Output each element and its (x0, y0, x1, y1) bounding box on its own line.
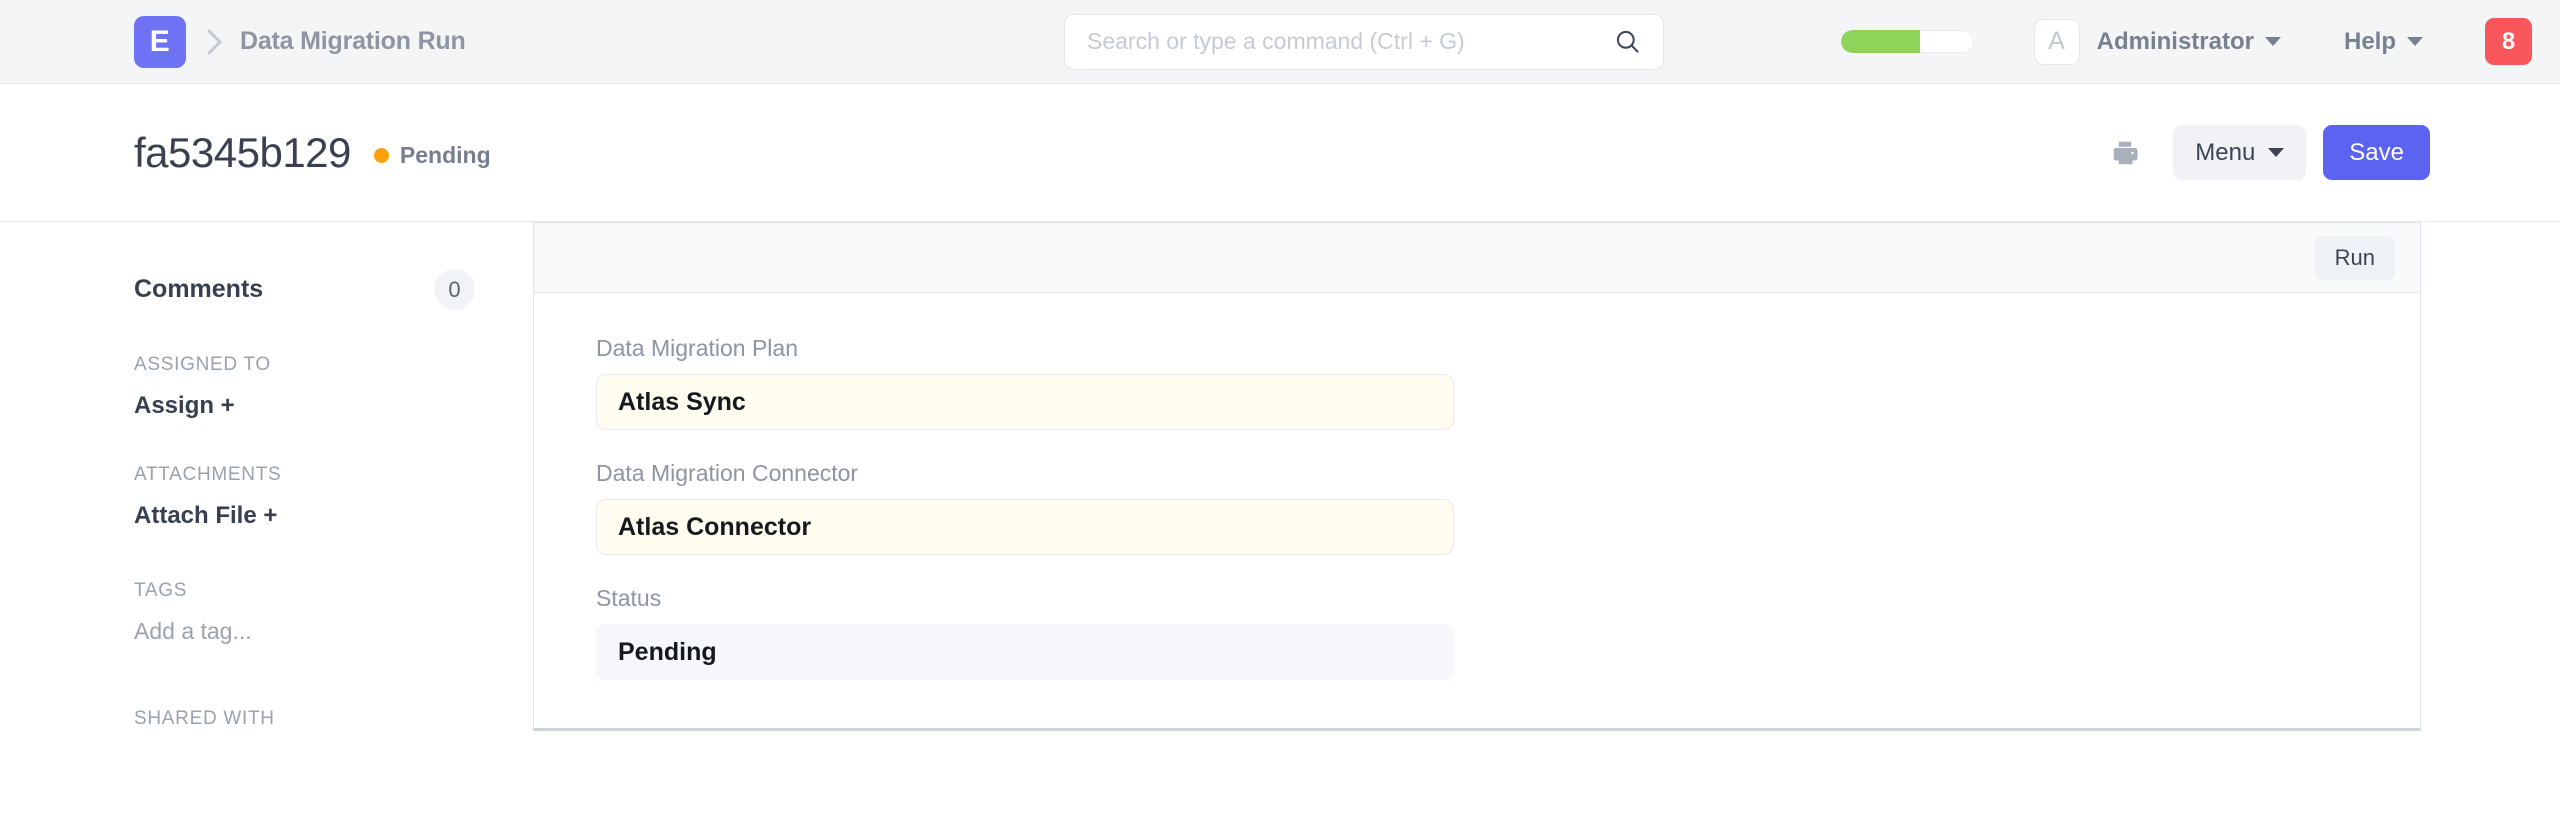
status-label: Pending (400, 142, 491, 169)
setup-progress-bar[interactable] (1841, 30, 1974, 53)
sidebar-section-attachments: Attachments Attach File + (134, 464, 533, 530)
run-button[interactable]: Run (2315, 236, 2395, 280)
field-value-input[interactable]: Atlas Connector (596, 499, 1454, 555)
avatar[interactable]: A (2034, 19, 2080, 65)
navbar-left-group: E Data Migration Run (134, 16, 466, 68)
sidebar-section-assigned-to: Assigned To Assign + (134, 354, 533, 420)
setup-progress-fill (1841, 30, 1921, 53)
form-field: Data Migration Connector Atlas Connector (596, 460, 2420, 555)
navbar-center-group (1064, 14, 1664, 70)
chevron-down-icon (2268, 148, 2284, 157)
breadcrumb[interactable]: Data Migration Run (240, 27, 466, 56)
help-menu-label: Help (2344, 28, 2396, 56)
search-input[interactable] (1087, 28, 1614, 55)
sidebar-item-comments[interactable]: Comments 0 (134, 269, 533, 310)
field-label: Data Migration Plan (596, 335, 2420, 362)
notification-badge[interactable]: 8 (2485, 18, 2532, 65)
user-menu[interactable]: Administrator (2097, 28, 2281, 56)
assigned-to-heading: Assigned To (134, 354, 533, 376)
printer-icon[interactable] (2110, 138, 2140, 168)
page-title: fa5345b129 (134, 129, 351, 177)
sidebar-section-tags: Tags Add a tag... (134, 580, 533, 645)
help-menu[interactable]: Help (2344, 28, 2423, 56)
menu-button[interactable]: Menu (2173, 125, 2306, 180)
menu-button-label: Menu (2195, 139, 2255, 167)
form-toolbar: Run (534, 223, 2420, 293)
navbar-right-group: A Administrator Help 8 (1841, 18, 2532, 65)
assign-button[interactable]: Assign + (134, 392, 235, 420)
chevron-down-icon (2407, 37, 2423, 46)
sidebar-section-shared-with: Shared With (134, 708, 533, 730)
field-label: Status (596, 585, 2420, 612)
attachments-heading: Attachments (134, 464, 533, 486)
chevron-down-icon (2265, 37, 2281, 46)
app-logo[interactable]: E (134, 16, 186, 68)
user-menu-label: Administrator (2097, 28, 2254, 56)
shared-with-heading: Shared With (134, 708, 533, 730)
status-badge: Pending (374, 142, 491, 169)
title-block: fa5345b129 Pending (134, 129, 491, 177)
search-bar[interactable] (1064, 14, 1664, 70)
top-navbar: E Data Migration Run A Administrator (0, 0, 2560, 84)
save-button[interactable]: Save (2323, 125, 2430, 180)
attach-file-button[interactable]: Attach File + (134, 502, 277, 530)
form-sidebar: Comments 0 Assigned To Assign + Attachme… (134, 222, 533, 816)
tags-heading: Tags (134, 580, 533, 602)
add-tag-input[interactable]: Add a tag... (134, 618, 533, 645)
page-body: Comments 0 Assigned To Assign + Attachme… (0, 222, 2560, 816)
page-header: fa5345b129 Pending Menu Save (0, 84, 2560, 222)
comments-label: Comments (134, 275, 263, 304)
page-header-actions: Menu Save (2110, 125, 2430, 180)
status-dot-icon (374, 148, 389, 163)
search-icon[interactable] (1614, 28, 1641, 55)
field-value-input[interactable]: Atlas Sync (596, 374, 1454, 430)
comments-count-badge: 0 (434, 269, 475, 310)
chevron-right-icon (204, 27, 226, 57)
form-field: Data Migration Plan Atlas Sync (596, 335, 2420, 430)
form-area: Run Data Migration PlanAtlas SyncData Mi… (533, 222, 2560, 816)
form-body: Data Migration PlanAtlas SyncData Migrat… (534, 293, 2420, 728)
form-field: Status Pending (596, 585, 2420, 680)
field-value-readonly: Pending (596, 624, 1454, 680)
form-container: Run Data Migration PlanAtlas SyncData Mi… (533, 222, 2421, 731)
field-label: Data Migration Connector (596, 460, 2420, 487)
